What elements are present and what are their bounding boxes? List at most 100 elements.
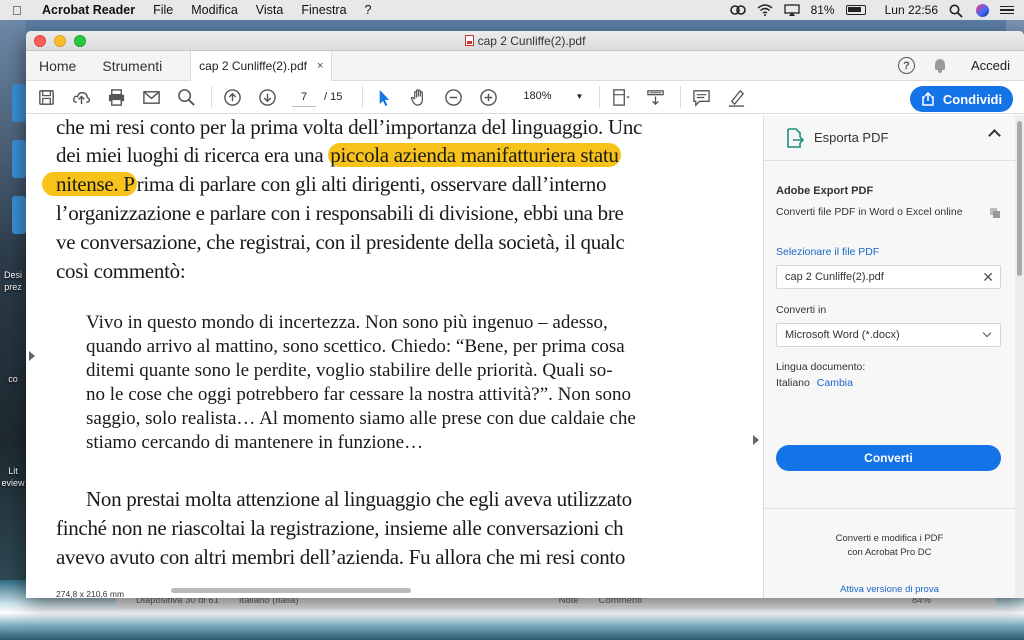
notification-center-icon[interactable] — [1000, 5, 1014, 15]
wifi-icon[interactable] — [757, 4, 773, 16]
document-line: così commentò: — [56, 259, 186, 283]
page-size-indicator: 274,8 x 210,6 mm — [56, 589, 125, 598]
start-trial-link[interactable]: Attiva versione di prova — [764, 584, 1015, 595]
document-line: che mi resi conto per la prima volta del… — [56, 115, 643, 139]
scrollbar-thumb[interactable] — [1017, 121, 1022, 276]
document-horizontal-scrollbar[interactable] — [171, 588, 411, 593]
creative-cloud-icon[interactable] — [729, 4, 746, 16]
menu-window[interactable]: Finestra — [301, 3, 346, 17]
export-pdf-header[interactable]: Esporta PDF — [764, 115, 1015, 161]
change-language-link[interactable]: Cambia — [817, 377, 853, 389]
select-cursor-icon[interactable] — [373, 87, 393, 107]
hand-icon[interactable] — [408, 87, 428, 107]
save-icon[interactable] — [36, 87, 56, 107]
zoom-value: 180% — [523, 90, 552, 102]
toolbar-separator — [599, 86, 601, 108]
clear-file-icon[interactable]: ✕ — [982, 269, 994, 286]
chevron-up-icon[interactable] — [988, 129, 1001, 142]
document-view[interactable]: che mi resi conto per la prima volta del… — [26, 115, 763, 586]
siri-icon[interactable] — [976, 3, 989, 17]
desktop-file-icon[interactable] — [12, 140, 26, 178]
left-panel-toggle-icon[interactable] — [29, 351, 35, 361]
prev-page-icon[interactable] — [222, 87, 242, 107]
tab-document[interactable]: cap 2 Cunliffe(2).pdf × — [190, 51, 333, 81]
toolbar-separator — [362, 86, 364, 108]
tab-close-icon[interactable]: × — [317, 60, 323, 72]
convert-to-label: Converti in — [776, 304, 827, 316]
mail-icon[interactable] — [141, 87, 161, 107]
quote-line: saggio, solo realista… Al momento siamo … — [86, 408, 636, 429]
panel-scrollbar[interactable] — [1015, 115, 1024, 598]
quote-line: no le cose che oggi potrebbero far cessa… — [86, 384, 631, 405]
desktop-file-icon[interactable] — [12, 196, 26, 234]
selected-file-field[interactable]: cap 2 Cunliffe(2).pdf ✕ — [776, 265, 1001, 289]
app-menu[interactable]: Acrobat Reader — [42, 3, 135, 17]
search-icon[interactable] — [176, 87, 196, 107]
desktop-file-label[interactable]: Lit — [0, 466, 26, 477]
desktop-file-label[interactable]: co — [0, 374, 26, 385]
title-bar: cap 2 Cunliffe(2).pdf — [26, 31, 1024, 51]
convert-button[interactable]: Converti — [776, 445, 1001, 471]
help-icon[interactable]: ? — [897, 57, 915, 74]
comment-icon[interactable] — [691, 87, 711, 107]
panel-divider — [764, 508, 1015, 509]
chevron-down-icon — [982, 328, 992, 338]
tab-tools[interactable]: Strumenti — [89, 51, 175, 80]
desktop-file-label[interactable]: prez — [0, 282, 26, 293]
panel-description: Converti file PDF in Word o Excel online — [776, 206, 963, 218]
quote-line: Vivo in questo mondo di incertezza. Non … — [86, 312, 608, 333]
toolbar-separator — [211, 86, 212, 108]
sign-in-button[interactable]: Accedi — [971, 58, 1010, 73]
desktop-file-label[interactable]: Desi — [0, 270, 26, 281]
zoom-out-icon[interactable] — [443, 87, 463, 107]
copy-icon[interactable] — [989, 207, 1001, 219]
panel-title: Esporta PDF — [814, 130, 889, 145]
zoom-select[interactable]: 180% ▼ — [523, 90, 583, 104]
convert-format-value: Microsoft Word (*.docx) — [785, 329, 900, 341]
page-fit-icon[interactable] — [610, 87, 630, 107]
menu-file[interactable]: File — [153, 3, 173, 17]
convert-format-select[interactable]: Microsoft Word (*.docx) — [776, 323, 1001, 347]
clock[interactable]: Lun 22:56 — [885, 3, 938, 17]
document-line: Non prestai molta attenzione al linguagg… — [86, 487, 632, 511]
select-pdf-link[interactable]: Selezionare il file PDF — [776, 246, 1001, 258]
next-page-icon[interactable] — [257, 87, 277, 107]
panel-heading: Adobe Export PDF — [776, 185, 874, 197]
print-icon[interactable] — [106, 87, 126, 107]
spotlight-search-icon[interactable] — [949, 4, 965, 18]
pdf-page: che mi resi conto per la prima volta del… — [40, 115, 760, 586]
language-label: Lingua documento: — [776, 361, 866, 373]
text-highlight[interactable]: nitense. P — [42, 172, 137, 196]
language-value: Italiano — [776, 377, 810, 389]
airplay-icon[interactable] — [783, 4, 800, 16]
promo-line: con Acrobat Pro DC — [847, 547, 932, 558]
document-line: dei miei luoghi di ricerca era una picco… — [56, 143, 621, 167]
battery-icon[interactable] — [845, 5, 866, 15]
text-highlight[interactable]: piccola azienda manifatturiera statu — [328, 143, 621, 167]
highlight-pen-icon[interactable] — [726, 87, 746, 107]
menu-help[interactable]: ? — [365, 3, 372, 17]
zoom-in-icon[interactable] — [478, 87, 498, 107]
right-panel-toggle-icon[interactable] — [753, 435, 759, 445]
selected-file-name: cap 2 Cunliffe(2).pdf — [785, 271, 884, 283]
quote-line: quando arrivo al mattino, sono scettico.… — [86, 336, 625, 357]
toolbar: 7 / 15 180% ▼ Condividi — [26, 81, 1024, 114]
tab-document-label: cap 2 Cunliffe(2).pdf — [199, 59, 307, 73]
window-title-text: cap 2 Cunliffe(2).pdf — [477, 33, 586, 48]
menu-edit[interactable]: Modifica — [191, 3, 238, 17]
scroll-mode-icon[interactable] — [645, 87, 665, 107]
menu-view[interactable]: Vista — [256, 3, 284, 17]
upload-icon[interactable] — [71, 87, 91, 107]
share-button-label: Condividi — [942, 91, 1003, 107]
notifications-bell-icon[interactable] — [933, 58, 947, 73]
apple-menu-icon[interactable]:  — [12, 3, 30, 18]
desktop-file-icon[interactable] — [12, 84, 26, 122]
page-total: / 15 — [324, 91, 343, 103]
window-title: cap 2 Cunliffe(2).pdf — [26, 34, 1024, 48]
page-number-input[interactable]: 7 — [292, 87, 316, 107]
tab-home[interactable]: Home — [26, 51, 89, 80]
document-line: ve conversazione, che registrai, con il … — [56, 230, 625, 254]
chevron-down-icon: ▼ — [575, 92, 584, 101]
desktop-file-label[interactable]: eview — [0, 478, 26, 489]
share-button[interactable]: Condividi — [910, 86, 1013, 112]
